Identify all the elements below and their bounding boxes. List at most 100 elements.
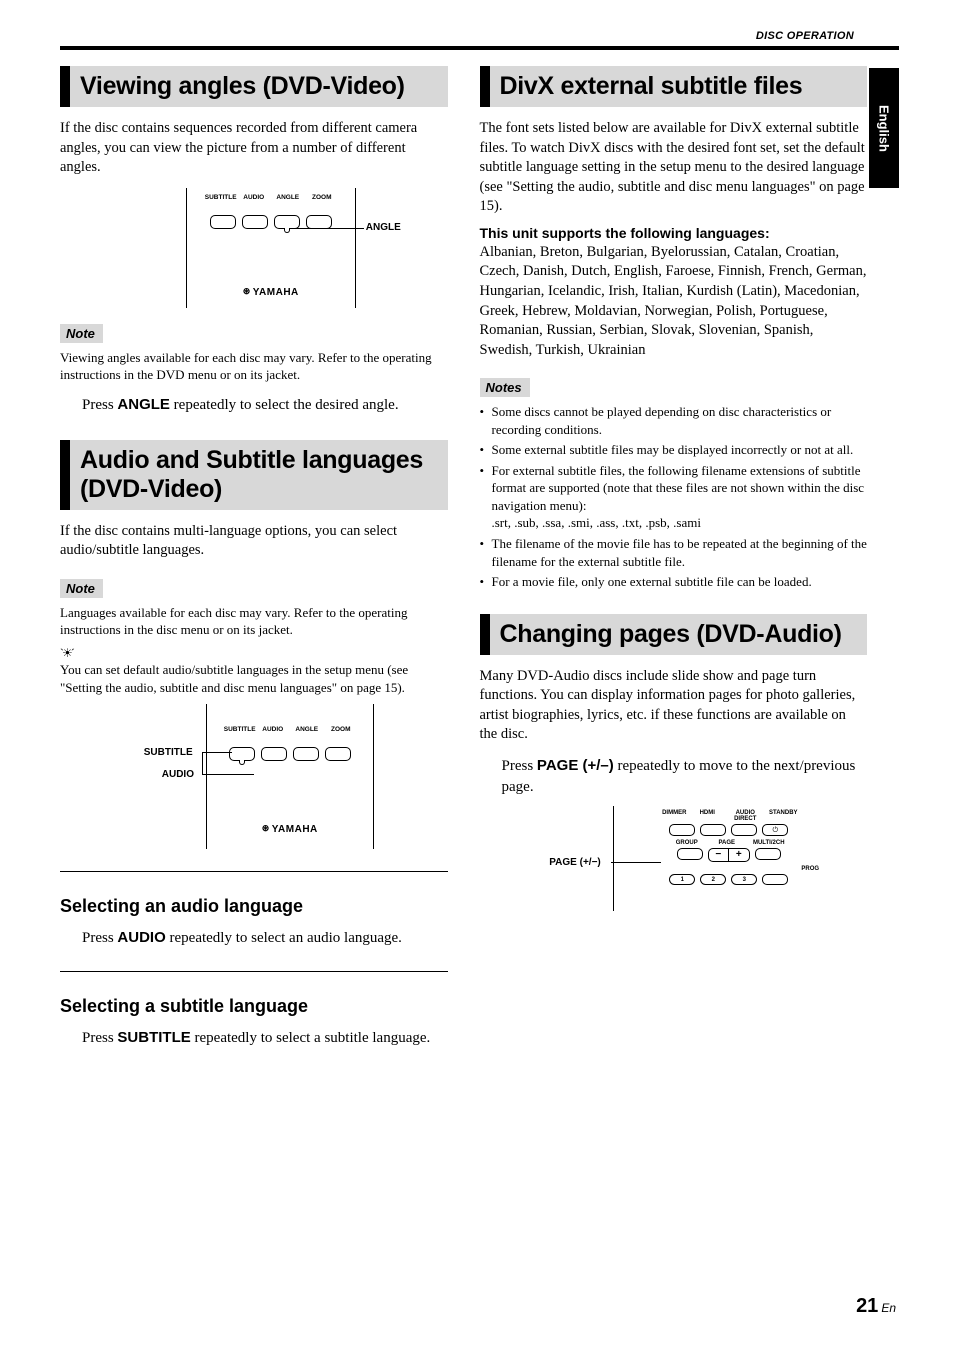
note-text-lang: Languages available for each disc may va… <box>60 604 448 639</box>
remote-num-2: 2 <box>700 874 726 885</box>
step-press-audio: Press AUDIO repeatedly to select an audi… <box>82 927 448 949</box>
step-press-subtitle: Press SUBTITLE repeatedly to select a su… <box>82 1027 448 1049</box>
left-column: Viewing angles (DVD-Video) If the disc c… <box>60 66 448 1049</box>
note-label: Note <box>60 324 103 343</box>
subheading-subtitle-language: Selecting a subtitle language <box>60 990 448 1017</box>
header-rule <box>60 46 899 50</box>
right-column: DivX external subtitle files The font se… <box>480 66 900 1049</box>
btn-label: PAGE <box>705 840 749 846</box>
note-text-angle: Viewing angles available for each disc m… <box>60 349 448 384</box>
remote-button <box>229 747 255 761</box>
rule <box>60 971 448 972</box>
text: Press <box>502 758 537 774</box>
note-item: Some external subtitle files may be disp… <box>480 441 868 459</box>
callout-subtitle: SUBTITLE <box>144 747 193 758</box>
btn-label: AUDIO DIRECT <box>725 810 765 822</box>
note-item: For a movie file, only one external subt… <box>480 573 868 591</box>
remote-num-1: 1 <box>669 874 695 885</box>
btn-label: DIMMER <box>659 810 689 822</box>
remote-button-standby <box>762 824 788 836</box>
remote-diagram-angle: SUBTITLE AUDIO ANGLE ZOOM YAMAHA ANGLE <box>104 188 404 308</box>
language-tab: English <box>869 68 899 188</box>
remote-button <box>210 215 236 229</box>
subheading-audio-language: Selecting an audio language <box>60 890 448 917</box>
callout-line <box>202 752 203 774</box>
btn-label-subtitle: SUBTITLE <box>205 194 235 201</box>
remote-button <box>731 824 757 836</box>
text: Press <box>82 1030 117 1046</box>
remote-button <box>325 747 351 761</box>
page-number: 21En <box>856 1295 896 1318</box>
remote-button <box>261 747 287 761</box>
btn-label-prog: PROG <box>795 866 825 872</box>
callout-line <box>294 228 364 229</box>
notes-label: Notes <box>480 378 530 397</box>
btn-label-zoom: ZOOM <box>326 726 356 733</box>
remote-button <box>677 848 703 860</box>
heading-viewing-angles: Viewing angles (DVD-Video) <box>60 66 448 107</box>
page-number-lang: En <box>881 1301 896 1315</box>
remote-button <box>306 215 332 229</box>
remote-button <box>762 874 788 885</box>
text: Press <box>82 397 117 413</box>
languages-heading: This unit supports the following languag… <box>480 225 868 241</box>
heading-audio-subtitle: Audio and Subtitle languages (DVD-Video) <box>60 440 448 510</box>
btn-label: GROUP <box>672 840 702 846</box>
remote-button <box>242 215 268 229</box>
note-item: For external subtitle files, the followi… <box>480 462 868 532</box>
btn-label-subtitle: SUBTITLE <box>224 726 254 733</box>
btn-label-angle: ANGLE <box>273 194 303 201</box>
callout-angle: ANGLE <box>366 222 401 233</box>
step-press-angle: Press ANGLE repeatedly to select the des… <box>82 394 448 416</box>
heading-line1: Audio and Subtitle languages <box>80 446 423 474</box>
callout-line <box>202 774 254 775</box>
key-name: AUDIO <box>117 929 165 946</box>
rule <box>60 871 448 872</box>
remote-button <box>700 824 726 836</box>
remote-button <box>669 824 695 836</box>
callout-page: PAGE (+/−) <box>549 857 601 868</box>
two-column-layout: Viewing angles (DVD-Video) If the disc c… <box>60 66 899 1049</box>
remote-button <box>755 848 781 860</box>
notes-list-divx: Some discs cannot be played depending on… <box>480 403 868 590</box>
btn-label: HDMI <box>692 810 722 822</box>
callout-audio: AUDIO <box>162 769 194 780</box>
intro-changing-pages: Many DVD-Audio discs include slide show … <box>480 667 868 745</box>
note-label: Note <box>60 579 103 598</box>
remote-button <box>293 747 319 761</box>
heading-divx: DivX external subtitle files <box>480 66 868 107</box>
btn-label-audio: AUDIO <box>239 194 269 201</box>
languages-list: Albanian, Breton, Bulgarian, Byelorussia… <box>480 243 868 360</box>
section-header-label: DISC OPERATION <box>756 30 854 42</box>
heading-changing-pages: Changing pages (DVD-Audio) <box>480 614 868 655</box>
text: repeatedly to select an audio language. <box>166 930 402 946</box>
btn-label-audio: AUDIO <box>258 726 288 733</box>
callout-line <box>611 862 661 863</box>
remote-num-3: 3 <box>731 874 757 885</box>
btn-label-angle: ANGLE <box>292 726 322 733</box>
step-press-page: Press PAGE (+/–) repeatedly to move to t… <box>502 755 868 798</box>
callout-line <box>202 752 232 753</box>
tip-icon: `☀´ <box>60 647 448 659</box>
intro-divx: The font sets listed below are available… <box>480 119 868 217</box>
language-tab-text: English <box>877 105 892 152</box>
remote-button <box>274 215 300 229</box>
key-name: PAGE (+/–) <box>537 757 614 774</box>
heading-line2: (DVD-Video) <box>80 475 438 504</box>
btn-label-zoom: ZOOM <box>307 194 337 201</box>
key-name: ANGLE <box>117 396 170 413</box>
remote-button-page: −+ <box>708 848 750 862</box>
remote-diagram-page: DIMMER HDMI AUDIO DIRECT STANDBY GROUP P… <box>503 806 843 911</box>
note-item: Some discs cannot be played depending on… <box>480 403 868 438</box>
text: repeatedly to select a subtitle language… <box>191 1030 431 1046</box>
btn-label: STANDBY <box>768 810 798 822</box>
yamaha-logo: YAMAHA <box>243 286 299 298</box>
note-item: The filename of the movie file has to be… <box>480 535 868 570</box>
text: Press <box>82 930 117 946</box>
page-number-value: 21 <box>856 1295 878 1317</box>
tip-text: You can set default audio/subtitle langu… <box>60 661 448 696</box>
remote-diagram-subtitle-audio: SUBTITLE AUDIO ANGLE ZOOM YAMAHA SUBTITL… <box>94 704 414 849</box>
text: repeatedly to select the desired angle. <box>170 397 399 413</box>
key-name: SUBTITLE <box>117 1029 190 1046</box>
btn-label: MULTI/2CH <box>752 840 786 846</box>
